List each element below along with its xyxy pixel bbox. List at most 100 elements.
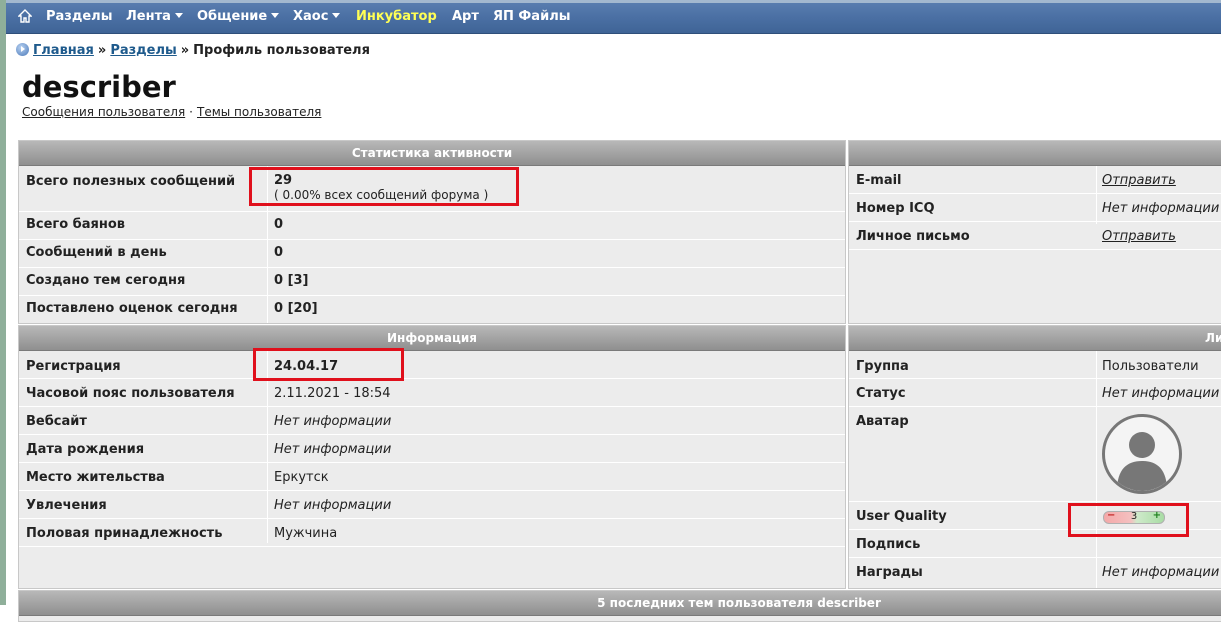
stats-row-value: 0 [3] (274, 273, 309, 288)
stats-row-value: 0 (274, 245, 284, 260)
stats-row: Сообщений в день 0 (19, 240, 845, 268)
nav-item-label: Инкубатор (356, 9, 437, 24)
nav-item-communication[interactable]: Общение (197, 9, 280, 24)
awards-label: Награды (856, 565, 923, 580)
home-icon[interactable] (18, 9, 32, 23)
contact-row: Личное письмо Отправить (849, 222, 1221, 250)
stats-row-label: Поставлено оценок сегодня (26, 301, 238, 316)
window-frame (0, 0, 6, 605)
status-label: Статус (856, 386, 906, 401)
personal-panel: Ли Группа Пользователи Статус Нет информ… (848, 325, 1221, 589)
status-value: Нет информации (1102, 386, 1220, 401)
user-topics-link[interactable]: Темы пользователя (197, 105, 321, 119)
avatar (1102, 414, 1182, 494)
personal-row: Награды Нет информации (849, 558, 1221, 585)
contact-label: E-mail (856, 173, 902, 188)
nav-item-label: Разделы (46, 9, 113, 24)
info-row-value: Еркутск (274, 470, 329, 485)
contact-value: Отправить (1102, 173, 1176, 188)
info-row: Половая принадлежность Мужчина (19, 519, 845, 547)
info-row-label: Половая принадлежность (26, 526, 223, 541)
nav-item-label: Лента (126, 9, 171, 24)
arrow-right-circle-icon (16, 43, 29, 56)
breadcrumb-home-link[interactable]: Главная (33, 43, 94, 58)
contact-label: Номер ICQ (856, 201, 935, 216)
nav-item-label: Арт (452, 9, 479, 24)
chevron-down-icon (332, 13, 341, 18)
nav-top-strip (6, 0, 1221, 3)
chevron-down-icon (271, 13, 280, 18)
contact-value: Нет информации (1102, 201, 1220, 216)
annotation-box (253, 348, 404, 381)
info-row-label: Увлечения (26, 498, 107, 513)
avatar-label: Аватар (856, 414, 909, 429)
breadcrumb-sections-link[interactable]: Разделы (110, 43, 176, 58)
page-title: describer (22, 70, 176, 104)
stats-row-label: Всего баянов (26, 217, 126, 232)
personal-row: Статус Нет информации (849, 379, 1221, 407)
stats-useful-label: Всего полезных сообщений (26, 174, 236, 189)
recent-topics-panel: 5 последних тем пользователя describer (18, 590, 1221, 622)
awards-value: Нет информации (1102, 565, 1220, 580)
breadcrumb: Главная» Разделы» Профиль пользователя (16, 43, 370, 58)
annotation-box (1068, 503, 1189, 537)
group-value: Пользователи (1102, 359, 1199, 374)
contacts-panel: E-mail Отправить Номер ICQ Нет информаци… (848, 140, 1221, 324)
contact-row: Номер ICQ Нет информации (849, 194, 1221, 222)
info-row: Регистрация 24.04.17 (19, 351, 845, 379)
user-posts-link[interactable]: Сообщения пользователя (22, 105, 185, 119)
info-row: Место жительства Еркутск (19, 463, 845, 491)
nav-item-sections[interactable]: Разделы (46, 9, 112, 24)
link-separator: · (189, 105, 193, 119)
breadcrumb-current: Профиль пользователя (193, 43, 370, 58)
info-row-value: 2.11.2021 - 18:54 (274, 386, 391, 401)
user-links: Сообщения пользователя · Темы пользователя (22, 105, 321, 119)
send-pm-link[interactable]: Отправить (1102, 229, 1176, 244)
nav-item-incubator[interactable]: Инкубатор (356, 9, 437, 24)
info-row: Вебсайт Нет информации (19, 407, 845, 435)
stats-panel-title: Статистика активности (19, 141, 845, 166)
nav-item-files[interactable]: ЯП Файлы (493, 9, 570, 24)
annotation-box (249, 167, 519, 206)
nav-item-label: Общение (197, 9, 268, 24)
personal-panel-title: Ли (849, 326, 1221, 351)
info-row-label: Место жительства (26, 470, 165, 485)
info-row-label: Регистрация (26, 359, 121, 374)
breadcrumb-separator: » (180, 43, 190, 58)
info-row: Часовой пояс пользователя 2.11.2021 - 18… (19, 379, 845, 407)
info-row: Увлечения Нет информации (19, 491, 845, 519)
stats-row: Создано тем сегодня 0 [3] (19, 268, 845, 296)
nav-item-label: ЯП Файлы (493, 9, 571, 24)
contact-row: E-mail Отправить (849, 166, 1221, 194)
info-row-label: Вебсайт (26, 414, 87, 429)
quality-label: User Quality (856, 509, 947, 524)
stats-row-value: 0 [20] (274, 301, 318, 316)
info-row-value: Нет информации (274, 414, 392, 429)
group-label: Группа (856, 359, 909, 374)
contacts-panel-title (849, 141, 1221, 166)
nav-item-feed[interactable]: Лента (126, 9, 183, 24)
stats-row: Всего баянов 0 (19, 212, 845, 240)
contact-label: Личное письмо (856, 229, 970, 244)
signature-label: Подпись (856, 537, 921, 552)
stats-row-value: 0 (274, 217, 284, 232)
stats-row-label: Создано тем сегодня (26, 273, 186, 288)
personal-row: Аватар (849, 407, 1221, 502)
stats-row: Поставлено оценок сегодня 0 [20] (19, 296, 845, 323)
chevron-down-icon (174, 13, 183, 18)
info-row-label: Часовой пояс пользователя (26, 386, 235, 401)
info-panel: Информация Регистрация 24.04.17 Часовой … (18, 325, 846, 589)
user-silhouette-icon (1117, 432, 1167, 491)
breadcrumb-separator: » (97, 43, 107, 58)
info-row-value: Нет информации (274, 498, 392, 513)
nav-item-chaos[interactable]: Хаос (293, 9, 341, 24)
nav-item-label: Хаос (293, 9, 329, 24)
recent-topics-title: 5 последних тем пользователя describer (19, 591, 1221, 616)
send-email-link[interactable]: Отправить (1102, 173, 1176, 188)
contact-value: Отправить (1102, 229, 1176, 244)
info-row-value: Мужчина (274, 526, 338, 541)
info-row: Дата рождения Нет информации (19, 435, 845, 463)
nav-item-art[interactable]: Арт (452, 9, 479, 24)
info-panel-title: Информация (19, 326, 845, 351)
top-navigation-bar: Разделы Лента Общение Хаос Инкубатор Арт… (6, 0, 1221, 34)
